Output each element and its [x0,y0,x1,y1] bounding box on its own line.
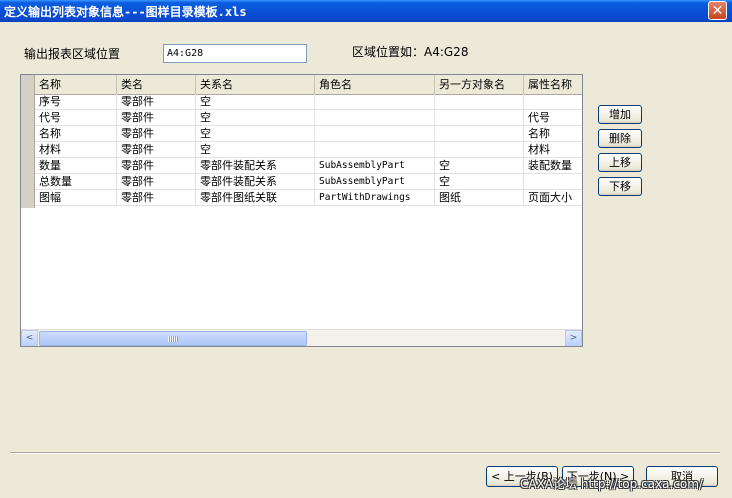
chevron-left-icon: < [25,333,34,343]
table-cell[interactable]: 名称 [524,126,582,142]
table-cell[interactable] [315,126,435,142]
table-cell[interactable] [435,126,524,142]
table-cell[interactable] [315,110,435,126]
column-header[interactable]: 角色名 [315,75,435,94]
grip-icon [168,336,178,342]
table-cell[interactable] [435,110,524,126]
table-cell[interactable]: 零部件图纸关联 [196,190,315,206]
title-bar: 定义输出列表对象信息---图样目录模板.xls ✕ [0,0,732,22]
window-title: 定义输出列表对象信息---图样目录模板.xls [4,5,247,19]
table-cell[interactable]: 装配数量 [524,158,582,174]
table-cell[interactable]: 材料 [35,142,117,158]
table-cell[interactable]: 零部件装配关系 [196,174,315,190]
table-cell[interactable]: 数量 [35,158,117,174]
table-cell[interactable]: 名称 [35,126,117,142]
horizontal-scrollbar[interactable]: < > [21,329,582,346]
scroll-left-button[interactable]: < [21,330,38,346]
range-input[interactable]: A4:G28 [163,44,307,63]
table-cell[interactable]: 零部件 [117,190,196,206]
table-cell[interactable]: 序号 [35,94,117,110]
table-cell[interactable]: 空 [435,158,524,174]
table-cell[interactable]: 零部件 [117,126,196,142]
column-header[interactable]: 另一方对象名 [435,75,524,94]
column-header[interactable]: 属性名称 [524,75,582,94]
table-row[interactable]: 数量 零部件 零部件装配关系 SubAssemblyPart 空装配数量 [21,158,582,174]
table-cell[interactable] [315,142,435,158]
table-cell[interactable]: SubAssemblyPart [315,174,435,190]
table-cell[interactable] [435,142,524,158]
move-down-button[interactable]: 下移 [598,177,642,196]
table-cell[interactable]: SubAssemblyPart [315,158,435,174]
range-example-label: 区域位置如：A4:G28 [352,45,469,59]
table-cell[interactable]: 空 [196,94,315,110]
scroll-thumb[interactable] [39,331,307,346]
table-cell[interactable]: 代号 [35,110,117,126]
column-header[interactable]: 名称 [35,75,117,94]
table-cell[interactable]: 空 [435,174,524,190]
table-cell[interactable]: 空 [196,142,315,158]
range-label: 输出报表区域位置 [24,47,121,61]
table-cell[interactable]: PartWithDrawings [315,190,435,206]
table-row[interactable]: 代号 零部件空代号 [21,110,582,126]
table-cell[interactable]: 代号 [524,110,582,126]
watermark: CAXA论坛 http://top.caxa.com/ [520,477,703,491]
table-cell[interactable]: 图幅 [35,190,117,206]
footer-separator [10,452,720,454]
column-header[interactable]: 类名 [117,75,196,94]
scroll-right-button[interactable]: > [565,330,582,346]
table-cell[interactable]: 零部件 [117,94,196,110]
delete-button[interactable]: 删除 [598,129,642,148]
table-row[interactable]: 名称 零部件空名称 [21,126,582,142]
table-cell[interactable]: 材料 [524,142,582,158]
object-table[interactable]: 名称 类名 关系名 角色名 另一方对象名 属性名称 序号 零部件空代号 零部件空代号 名称 零部件… [20,74,583,347]
table-row[interactable]: 材料 零部件空材料 [21,142,582,158]
table-row[interactable]: 总数量 零部件 零部件装配关系 SubAssemblyPart 空 [21,174,582,190]
table-cell[interactable]: 页面大小 [524,190,582,206]
close-button[interactable]: ✕ [708,1,727,20]
table-cell[interactable]: 总数量 [35,174,117,190]
table-cell[interactable] [435,94,524,110]
table-cell[interactable]: 零部件 [117,174,196,190]
table-cell[interactable]: 零部件装配关系 [196,158,315,174]
move-up-button[interactable]: 上移 [598,153,642,172]
table-cell[interactable]: 空 [196,126,315,142]
table-cell[interactable] [315,94,435,110]
column-header[interactable]: 关系名 [196,75,315,94]
table-row[interactable]: 图幅 零部件 零部件图纸关联 PartWithDrawings 图纸 页面大小 [21,190,582,206]
table-header: 名称 类名 关系名 角色名 另一方对象名 属性名称 [21,75,582,95]
table-cell[interactable] [524,174,582,190]
table-cell[interactable] [524,94,582,110]
row-selector-column[interactable] [21,94,35,208]
close-icon: ✕ [711,3,724,19]
table-cell[interactable]: 零部件 [117,158,196,174]
add-button[interactable]: 增加 [598,105,642,124]
table-cell[interactable]: 空 [196,110,315,126]
table-cell[interactable]: 零部件 [117,110,196,126]
table-row[interactable]: 序号 零部件空 [21,94,582,110]
header-corner [21,75,35,94]
chevron-right-icon: > [569,333,578,343]
table-cell[interactable]: 图纸 [435,190,524,206]
table-cell[interactable]: 零部件 [117,142,196,158]
